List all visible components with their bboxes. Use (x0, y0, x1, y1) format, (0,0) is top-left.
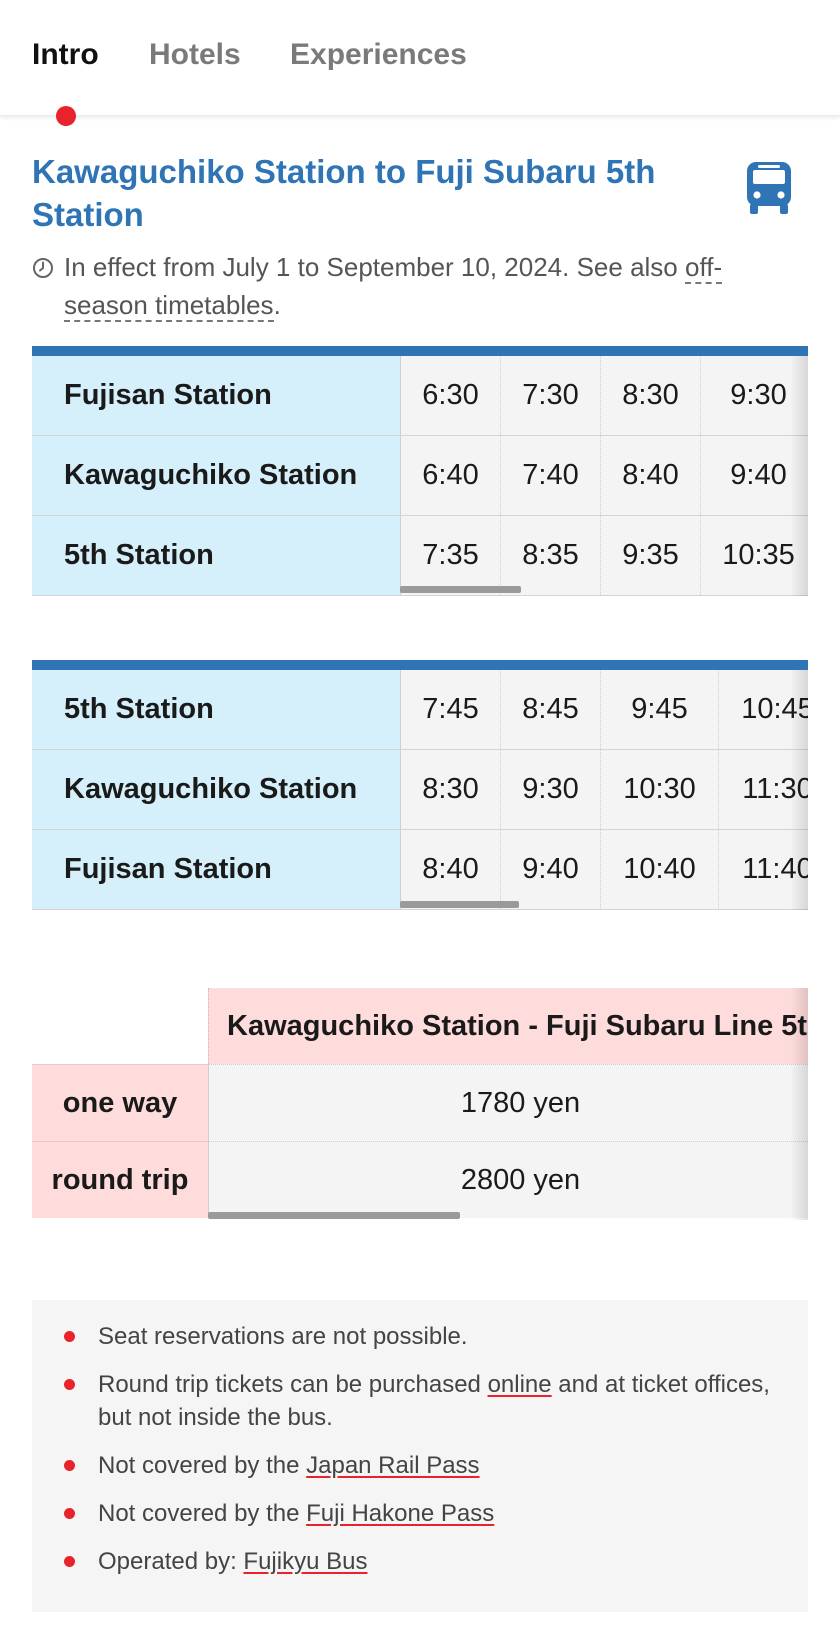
table-row: one way 1780 yen (32, 1064, 808, 1141)
active-tab-indicator (56, 106, 76, 126)
notes-box: Seat reservations are not possible. Roun… (32, 1300, 808, 1612)
fare-price: 2800 yen (208, 1141, 808, 1218)
horizontal-scrollbar[interactable] (400, 901, 519, 908)
horizontal-scrollbar[interactable] (208, 1212, 460, 1219)
stop-name: Fujisan Station (32, 356, 400, 435)
departure-time: 10:40 (600, 830, 718, 909)
clock-icon (33, 258, 53, 278)
table-row: Kawaguchiko Station 8:30 9:30 10:30 11:3… (32, 750, 808, 830)
stop-name: Fujisan Station (32, 830, 400, 909)
departure-time: 9:45 (600, 670, 718, 749)
tab-experiences[interactable]: Experiences (290, 38, 467, 72)
departure-time: 7:40 (500, 436, 600, 515)
departure-time: 8:30 (600, 356, 700, 435)
tab-bar: Intro Hotels Experiences (0, 0, 840, 126)
departure-time: 7:45 (400, 670, 500, 749)
note-text: Seat reservations are not possible. (98, 1323, 468, 1350)
note-text: Operated by: (98, 1548, 244, 1575)
list-item: Not covered by the Fuji Hakone Pass (64, 1497, 776, 1530)
japan-rail-pass-link[interactable]: Japan Rail Pass (306, 1452, 479, 1479)
tab-hotels[interactable]: Hotels (149, 38, 241, 72)
note-text: Not covered by the (98, 1500, 307, 1527)
table-row: 5th Station 7:45 8:45 9:45 10:45 (32, 670, 808, 750)
timetable-to-5th-station[interactable]: Fujisan Station 6:30 7:30 8:30 9:30 Kawa… (32, 346, 808, 596)
scroll-fade (790, 356, 808, 596)
table-row: Fujisan Station 6:30 7:30 8:30 9:30 (32, 356, 808, 436)
bus-icon (747, 162, 791, 214)
table-row: Kawaguchiko Station 6:40 7:40 8:40 9:40 (32, 436, 808, 516)
list-item: Seat reservations are not possible. (64, 1320, 776, 1353)
horizontal-scrollbar[interactable] (400, 586, 521, 593)
fare-type: round trip (32, 1141, 208, 1218)
departure-time: 6:40 (400, 436, 500, 515)
effect-text: In effect from July 1 to September 10, 2… (64, 252, 678, 282)
list-item: Round trip tickets can be purchased onli… (64, 1368, 776, 1434)
departure-time: 8:40 (600, 436, 700, 515)
fuji-hakone-pass-link[interactable]: Fuji Hakone Pass (306, 1500, 494, 1527)
fare-route-header: Kawaguchiko Station - Fuji Subaru Line 5… (208, 988, 808, 1064)
departure-time: 8:40 (400, 830, 500, 909)
table-row: round trip 2800 yen (32, 1141, 808, 1218)
table-row: Fujisan Station 8:40 9:40 10:40 11:40 (32, 830, 808, 910)
stop-name: Kawaguchiko Station (32, 750, 400, 829)
section-title: Kawaguchiko Station to Fuji Subaru 5th S… (32, 153, 656, 233)
departure-time: 9:40 (500, 830, 600, 909)
departure-time: 9:35 (600, 516, 700, 595)
scroll-fade (790, 988, 808, 1220)
departure-time: 8:30 (400, 750, 500, 829)
tab-intro[interactable]: Intro (32, 38, 99, 72)
departure-time: 6:30 (400, 356, 500, 435)
departure-time: 7:35 (400, 516, 500, 595)
effect-notice: In effect from July 1 to September 10, 2… (32, 248, 792, 324)
departure-time: 10:30 (600, 750, 718, 829)
online-link[interactable]: online (488, 1371, 552, 1398)
departure-time: 9:30 (500, 750, 600, 829)
note-text: Round trip tickets can be purchased (98, 1371, 488, 1398)
table-row: 5th Station 7:35 8:35 9:35 10:35 (32, 516, 808, 596)
list-item: Not covered by the Japan Rail Pass (64, 1449, 776, 1482)
departure-time: 8:35 (500, 516, 600, 595)
stop-name: 5th Station (32, 516, 400, 595)
stop-name: Kawaguchiko Station (32, 436, 400, 515)
fujikyu-bus-link[interactable]: Fujikyu Bus (243, 1548, 367, 1575)
fare-price: 1780 yen (208, 1064, 808, 1141)
note-text: Not covered by the (98, 1452, 307, 1479)
effect-suffix: . (273, 290, 281, 320)
fare-type: one way (32, 1064, 208, 1141)
stop-name: 5th Station (32, 670, 400, 749)
list-item: Operated by: Fujikyu Bus (64, 1545, 776, 1578)
timetable-from-5th-station[interactable]: 5th Station 7:45 8:45 9:45 10:45 Kawaguc… (32, 660, 808, 910)
fare-table[interactable]: Kawaguchiko Station - Fuji Subaru Line 5… (32, 988, 808, 1220)
departure-time: 8:45 (500, 670, 600, 749)
departure-time: 7:30 (500, 356, 600, 435)
scroll-fade (790, 670, 808, 910)
